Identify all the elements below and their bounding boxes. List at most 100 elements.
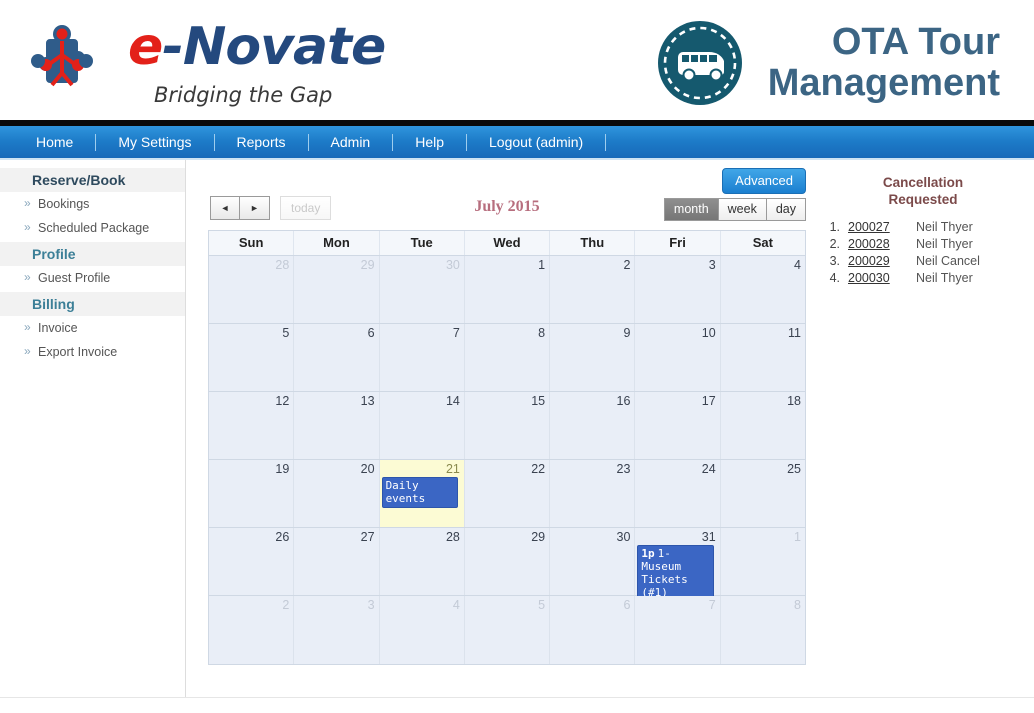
sidebar-item-bookings[interactable]: » Bookings <box>0 192 185 216</box>
calendar-day-number: 14 <box>445 394 460 408</box>
weekday-header-sat: Sat <box>719 231 805 255</box>
nav-item-home[interactable]: Home <box>14 125 95 159</box>
calendar-day-cell[interactable]: 2 <box>549 256 635 323</box>
view-button-day[interactable]: day <box>766 198 806 221</box>
calendar-day-cell[interactable]: 19 <box>209 460 294 527</box>
brand-name-dash: - <box>162 17 184 77</box>
booking-id-link[interactable]: 200027 <box>848 220 890 234</box>
nav-item-my-settings[interactable]: My Settings <box>96 125 213 159</box>
sidebar-heading-reserve-book: Reserve/Book <box>0 168 185 192</box>
calendar-day-cell[interactable]: 16 <box>549 392 635 459</box>
calendar-day-cell[interactable]: 10 <box>634 324 720 391</box>
calendar-day-cell[interactable]: 11 <box>719 324 805 391</box>
calendar-day-number: 9 <box>623 326 631 340</box>
calendar-panel: ◄ ► today July 2015 Advanced month week … <box>208 168 806 711</box>
calendar-day-cell[interactable]: 30 <box>549 528 635 595</box>
calendar-day-number: 26 <box>275 530 290 544</box>
calendar-day-number: 20 <box>360 462 375 476</box>
footer-strip <box>0 697 1034 713</box>
calendar-day-cell[interactable]: 1 <box>463 256 550 323</box>
view-button-week[interactable]: week <box>718 198 767 221</box>
calendar-day-cell[interactable]: 6 <box>549 596 635 664</box>
booking-id-link[interactable]: 200029 <box>848 254 890 268</box>
calendar-event-time: 1p <box>641 547 655 560</box>
calendar-day-cell[interactable]: 1 <box>719 528 805 595</box>
calendar-day-cell[interactable]: 4 <box>378 596 464 664</box>
nav-item-admin[interactable]: Admin <box>309 125 393 159</box>
calendar-event[interactable]: 1p 1- Museum Tickets (#1) <box>637 545 714 602</box>
calendar-day-number: 30 <box>445 258 460 272</box>
weekday-header-wed: Wed <box>463 231 549 255</box>
nav-item-reports[interactable]: Reports <box>215 125 308 159</box>
calendar-day-cell[interactable]: 29 <box>463 528 550 595</box>
brand-name-mid: Novate <box>182 17 386 77</box>
app-branding-area: OTA Tour Management <box>654 17 1000 109</box>
calendar-day-cell[interactable]: 5 <box>463 596 550 664</box>
calendar-day-cell[interactable]: 15 <box>463 392 550 459</box>
cancellation-row-name: Neil Thyer <box>916 237 973 251</box>
calendar-day-cell[interactable]: 9 <box>549 324 635 391</box>
brand-name: e-Novate <box>128 21 386 73</box>
calendar-day-cell[interactable]: 23 <box>549 460 635 527</box>
puzzle-person-logo <box>20 17 112 109</box>
view-button-month[interactable]: month <box>663 198 719 221</box>
calendar-day-cell[interactable]: 6 <box>293 324 379 391</box>
calendar-day-cell[interactable]: 18 <box>719 392 805 459</box>
calendar-day-cell[interactable]: 30 <box>378 256 464 323</box>
calendar-day-cell[interactable]: 7 <box>634 596 720 664</box>
sidebar-item-guest-profile[interactable]: » Guest Profile <box>0 266 185 290</box>
calendar-day-number: 15 <box>531 394 546 408</box>
calendar-day-cell[interactable]: 29 <box>293 256 379 323</box>
calendar-day-cell[interactable]: 12 <box>209 392 294 459</box>
calendar-day-cell[interactable]: 14 <box>378 392 464 459</box>
calendar-day-cell[interactable]: 28 <box>378 528 464 595</box>
sidebar-item-invoice[interactable]: » Invoice <box>0 316 185 340</box>
advanced-button[interactable]: Advanced <box>722 168 806 194</box>
weekday-header-row: Sun Mon Tue Wed Thu Fri Sat <box>209 231 805 256</box>
calendar-day-number: 2 <box>623 258 631 272</box>
calendar-day-cell[interactable]: 5 <box>209 324 294 391</box>
calendar-day-cell[interactable]: 8 <box>719 596 805 664</box>
calendar-day-cell[interactable]: 13 <box>293 392 379 459</box>
calendar-day-cell[interactable]: 4 <box>719 256 805 323</box>
cancellation-list: 1. 200027 Neil Thyer 2. 200028 Neil Thyer 3. 20… <box>822 220 1024 286</box>
weekday-header-fri: Fri <box>634 231 719 255</box>
calendar-day-cell[interactable]: 31 1p 1- Museum Tickets (#1) <box>634 528 720 602</box>
calendar-day-cell[interactable]: 8 <box>463 324 550 391</box>
calendar-day-cell[interactable]: 7 <box>378 324 464 391</box>
calendar-day-number: 28 <box>445 530 460 544</box>
nav-item-logout[interactable]: Logout (admin) <box>467 125 605 159</box>
calendar-day-number: 18 <box>787 394 801 408</box>
cancellation-row-index: 4. <box>829 271 840 285</box>
calendar-toolbar: ◄ ► today July 2015 Advanced month week … <box>208 168 806 230</box>
calendar-day-cell[interactable]: 3 <box>293 596 379 664</box>
sidebar-item-scheduled-package[interactable]: » Scheduled Package <box>0 216 185 240</box>
calendar-day-cell[interactable]: 2 <box>209 596 294 664</box>
calendar-day-number: 7 <box>452 326 460 340</box>
booking-id-link[interactable]: 200028 <box>848 237 890 251</box>
calendar-day-cell[interactable]: 26 <box>209 528 294 595</box>
brand-wordmark: e-Novate Bridging the Gap <box>128 21 386 107</box>
nav-item-help[interactable]: Help <box>393 125 466 159</box>
cancellation-row: 2. 200028 Neil Thyer <box>822 237 1024 252</box>
calendar-day-cell[interactable]: 3 <box>634 256 720 323</box>
booking-id-link[interactable]: 200030 <box>848 271 890 285</box>
app-title-line1: OTA Tour <box>831 20 1000 63</box>
calendar-day-number: 3 <box>708 258 716 272</box>
cancellation-row: 3. 200029 Neil Cancel <box>822 254 1024 269</box>
calendar-day-number: 2 <box>282 598 290 612</box>
calendar-day-cell[interactable]: 24 <box>634 460 720 527</box>
calendar-day-number: 23 <box>616 462 631 476</box>
calendar-day-cell[interactable]: 20 <box>293 460 379 527</box>
calendar-day-cell[interactable]: 17 <box>634 392 720 459</box>
calendar-day-cell[interactable]: 22 <box>463 460 550 527</box>
weekday-header-mon: Mon <box>293 231 378 255</box>
calendar-event[interactable]: Daily events <box>381 477 458 508</box>
sidebar-item-export-invoice[interactable]: » Export Invoice <box>0 340 185 364</box>
calendar-week-row: 12 13 14 15 16 17 18 <box>209 392 805 460</box>
calendar-day-cell[interactable]: 27 <box>293 528 379 595</box>
calendar-day-cell[interactable]: 21 Daily events <box>378 460 464 527</box>
calendar-day-cell[interactable]: 28 <box>209 256 294 323</box>
calendar-day-cell[interactable]: 25 <box>719 460 805 527</box>
calendar-day-number: 1 <box>538 258 546 272</box>
